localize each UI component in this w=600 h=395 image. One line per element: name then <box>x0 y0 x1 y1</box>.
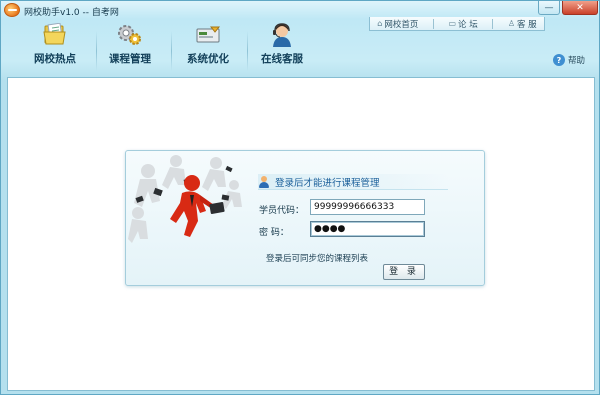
close-button[interactable]: ✕ <box>562 1 598 15</box>
student-id-input[interactable] <box>310 199 425 215</box>
login-panel: 登录后才能进行课程管理 学员代码： 密 码： ●●●● 登录后可同步您的课程列表… <box>125 150 485 286</box>
password-label: 密 码： <box>259 228 289 238</box>
window-controls: — ✕ <box>538 1 598 15</box>
divider <box>171 31 172 71</box>
minimize-button[interactable]: — <box>538 1 560 15</box>
login-title: 登录后才能进行课程管理 <box>275 177 380 189</box>
optimize-icon <box>194 23 222 47</box>
nav-label: 课程管理 <box>109 53 151 65</box>
app-logo-icon <box>4 3 20 17</box>
sync-hint: 登录后可同步您的课程列表 <box>266 254 369 264</box>
nav-label: 系统优化 <box>187 53 229 65</box>
student-id-label: 学员代码： <box>259 206 305 216</box>
user-icon <box>258 175 270 188</box>
nav-label: 在线客服 <box>261 53 303 65</box>
headset-agent-icon <box>268 23 296 47</box>
content-pane: 登录后才能进行课程管理 学员代码： 密 码： ●●●● 登录后可同步您的课程列表… <box>7 77 595 391</box>
password-input[interactable]: ●●●● <box>310 221 425 237</box>
login-button[interactable]: 登 录 <box>383 264 425 280</box>
running-people-illustration <box>126 151 246 247</box>
window-title: 网校助手v1.0 -- 自考网 <box>24 8 119 18</box>
help-icon: ? <box>553 54 565 66</box>
gears-icon <box>116 23 144 47</box>
app-window: 网校助手v1.0 -- 自考网 — ✕ ⌂ 网校首页 ▭ 论 坛 ♙ 客 服 网… <box>0 0 600 395</box>
nav-online-support[interactable]: 在线客服 <box>247 23 317 67</box>
nav-label: 网校热点 <box>34 53 76 65</box>
login-panel-header: 登录后才能进行课程管理 <box>258 174 448 190</box>
help-label: 帮助 <box>568 56 586 66</box>
folder-icon <box>41 22 69 47</box>
nav-hot-news[interactable]: 网校热点 <box>20 22 90 67</box>
nav-system-optimize[interactable]: 系统优化 <box>173 23 243 67</box>
help-link[interactable]: ? 帮助 <box>553 54 585 66</box>
nav-course-management[interactable]: 课程管理 <box>95 23 165 67</box>
main-nav: 网校热点 课程管理 系统优化 在线客服 <box>1 21 600 71</box>
